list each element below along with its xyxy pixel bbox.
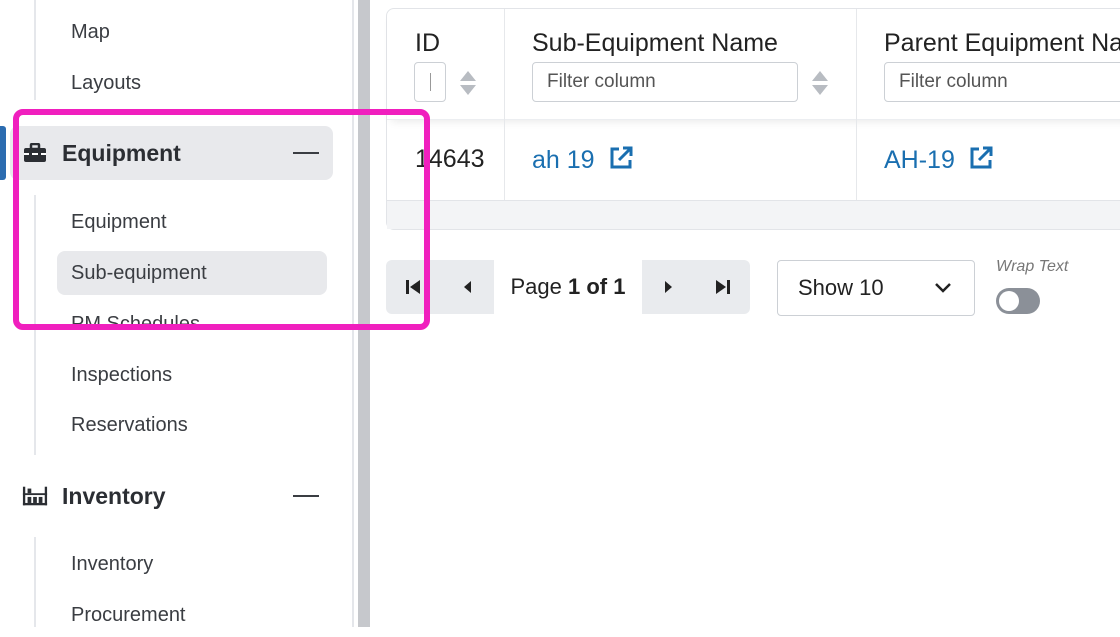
tree-line (34, 0, 36, 100)
last-page-button[interactable] (696, 260, 750, 314)
next-page-icon (665, 281, 672, 293)
external-link-icon (610, 146, 633, 169)
wrap-text-toggle[interactable] (996, 288, 1040, 314)
page-prefix: Page (510, 274, 562, 299)
next-page-button[interactable] (642, 260, 696, 314)
cell-sub-equipment-name: ah 19 (532, 146, 595, 174)
highlight-box (13, 109, 430, 330)
active-section-indicator (0, 126, 6, 180)
column-header-parent-equipment-name[interactable]: Parent Equipment Name (884, 29, 1120, 58)
page-size-label: Show 10 (798, 275, 884, 300)
column-divider (504, 9, 505, 203)
text-cursor (429, 72, 431, 91)
id-filter-input[interactable] (414, 62, 446, 102)
collapse-icon[interactable] (293, 495, 319, 497)
page-current: 1 of 1 (568, 274, 626, 299)
column-header-sub-equipment-name[interactable]: Sub-Equipment Name (532, 29, 778, 58)
page-size-select[interactable]: Show 10 (777, 260, 975, 316)
column-header-id[interactable]: ID (415, 29, 440, 58)
external-link-icon (970, 146, 993, 169)
data-table: ID Sub-Equipment Name Filter column Pare… (386, 8, 1120, 230)
sidebar-item-label: Inspections (71, 364, 173, 386)
sidebar-item-inventory[interactable]: Inventory (57, 542, 313, 586)
sort-icon[interactable] (459, 69, 477, 97)
previous-page-icon (464, 281, 471, 293)
toggle-knob (999, 291, 1019, 311)
table-horizontal-scroll[interactable] (387, 200, 1120, 229)
sidebar-item-reservations[interactable]: Reservations (57, 403, 313, 447)
cell-parent-equipment-name: AH-19 (884, 146, 955, 174)
parent-equipment-name-filter-input[interactable]: Filter column (884, 62, 1120, 102)
chevron-down-icon (935, 283, 951, 293)
last-page-icon (716, 280, 730, 294)
sidebar-item-label: Layouts (71, 72, 142, 94)
column-divider (856, 9, 857, 203)
sidebar-group-inventory[interactable]: Inventory (10, 469, 333, 523)
page-indicator: Page 1 of 1 (494, 260, 642, 314)
parent-equipment-link[interactable]: AH-19 (884, 145, 994, 175)
wrap-text-label: Wrap Text (996, 258, 1069, 275)
sidebar-item-inspections[interactable]: Inspections (57, 353, 313, 397)
sidebar-item-layouts[interactable]: Layouts (57, 61, 313, 105)
sidebar-item-map[interactable]: Map (57, 10, 313, 54)
shelves-icon (22, 485, 48, 507)
sort-icon[interactable] (811, 69, 829, 97)
sub-equipment-name-filter-input[interactable]: Filter column (532, 62, 798, 102)
sidebar-item-label: Inventory (71, 553, 154, 575)
sidebar-item-label: Procurement (71, 604, 186, 626)
main-content: ID Sub-Equipment Name Filter column Pare… (370, 0, 1120, 627)
sidebar-item-label: Reservations (71, 414, 188, 436)
previous-page-button[interactable] (440, 260, 494, 314)
sidebar-item-label: Map (71, 21, 110, 43)
sidebar-item-procurement[interactable]: Procurement (57, 593, 313, 637)
tree-line (34, 537, 36, 627)
pagination: Page 1 of 1 (386, 260, 750, 314)
sub-equipment-link[interactable]: ah 19 (532, 145, 634, 175)
sidebar-group-label: Inventory (62, 482, 166, 509)
